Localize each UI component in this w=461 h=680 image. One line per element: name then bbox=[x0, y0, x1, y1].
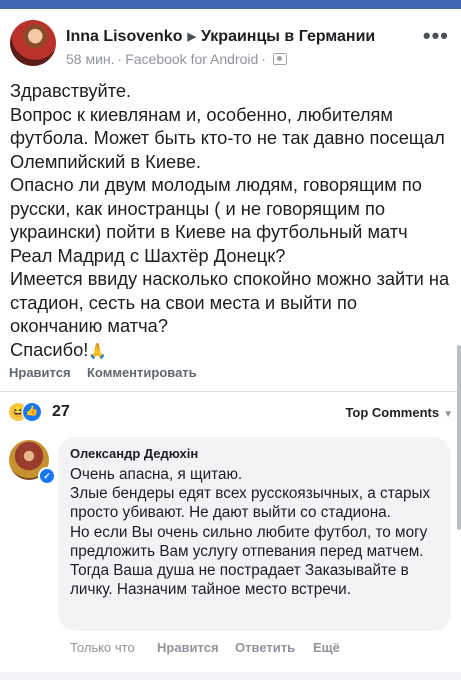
scrollbar[interactable] bbox=[457, 345, 461, 530]
caret-down-icon: ▼ bbox=[443, 409, 453, 420]
arrow-right-icon: ▶ bbox=[187, 31, 196, 43]
more-options-button[interactable]: ••• bbox=[423, 25, 449, 47]
comment-actions: Только что Нравится Ответить Ещё bbox=[70, 640, 450, 660]
group-name[interactable]: Украинцы в Германии bbox=[201, 28, 375, 45]
reaction-count[interactable]: 27 bbox=[52, 403, 70, 421]
comment-line: Очень апасна, я щитаю. bbox=[70, 466, 243, 483]
post-meta: 58 мин. · Facebook for Android · bbox=[66, 51, 287, 67]
comment-author[interactable]: Олександр Дедюхін bbox=[70, 446, 198, 461]
comment-button[interactable]: Комментировать bbox=[87, 365, 197, 380]
comment-time: Только что bbox=[70, 640, 135, 655]
post-line: Здравствуйте. bbox=[10, 80, 132, 101]
like-icon[interactable]: 👍 bbox=[22, 402, 42, 422]
comment-bubble: Олександр Дедюхін Очень апасна, я щитаю.… bbox=[58, 437, 451, 631]
post-header: Inna Lisovenko ▶ Украинцы в Германии 58 ми… bbox=[0, 12, 461, 70]
post-body: Здравствуйте. Вопрос к киевлянам и, особ… bbox=[10, 79, 450, 363]
comment-line: Но если Вы очень сильно любите футбол, т… bbox=[70, 523, 428, 599]
sort-comments-dropdown[interactable]: Top Comments ▼ bbox=[345, 405, 453, 420]
post-source: Facebook for Android bbox=[125, 51, 259, 67]
post-actions: Нравится Комментировать bbox=[0, 357, 461, 387]
separator-dot: · bbox=[117, 51, 123, 67]
comment-reply-button[interactable]: Ответить bbox=[235, 640, 295, 655]
comment-more-button[interactable]: Ещё bbox=[313, 640, 340, 655]
comment-text: Очень апасна, я щитаю. Злые бендеры едят… bbox=[70, 465, 440, 599]
author-name[interactable]: Inna Lisovenko bbox=[66, 28, 182, 45]
group-privacy-icon bbox=[272, 53, 287, 65]
divider bbox=[0, 391, 461, 392]
author-avatar[interactable] bbox=[10, 20, 56, 66]
post-line: Имеется ввиду насколько спокойно можно з… bbox=[10, 268, 450, 336]
comment-line: Злые бендеры едят всех русскоязычных, а … bbox=[70, 485, 431, 522]
comment-like-button[interactable]: Нравится bbox=[157, 640, 219, 655]
sort-label: Top Comments bbox=[345, 405, 440, 420]
top-app-bar bbox=[0, 0, 461, 9]
author-line: Inna Lisovenko ▶ Украинцы в Германии bbox=[66, 28, 375, 46]
separator-dot: · bbox=[261, 51, 266, 67]
verified-badge-icon: ✓ bbox=[38, 467, 56, 485]
reactions-bar: 😆 👍 27 Top Comments ▼ bbox=[8, 400, 453, 424]
bottom-strip bbox=[0, 672, 461, 680]
post-line: Вопрос к киевлянам и, особенно, любителя… bbox=[10, 103, 445, 172]
post-time[interactable]: 58 мин. bbox=[66, 51, 115, 67]
post-line: Опасно ли двум молодым людям, говорящим … bbox=[10, 174, 422, 266]
like-button[interactable]: Нравится bbox=[9, 365, 71, 380]
